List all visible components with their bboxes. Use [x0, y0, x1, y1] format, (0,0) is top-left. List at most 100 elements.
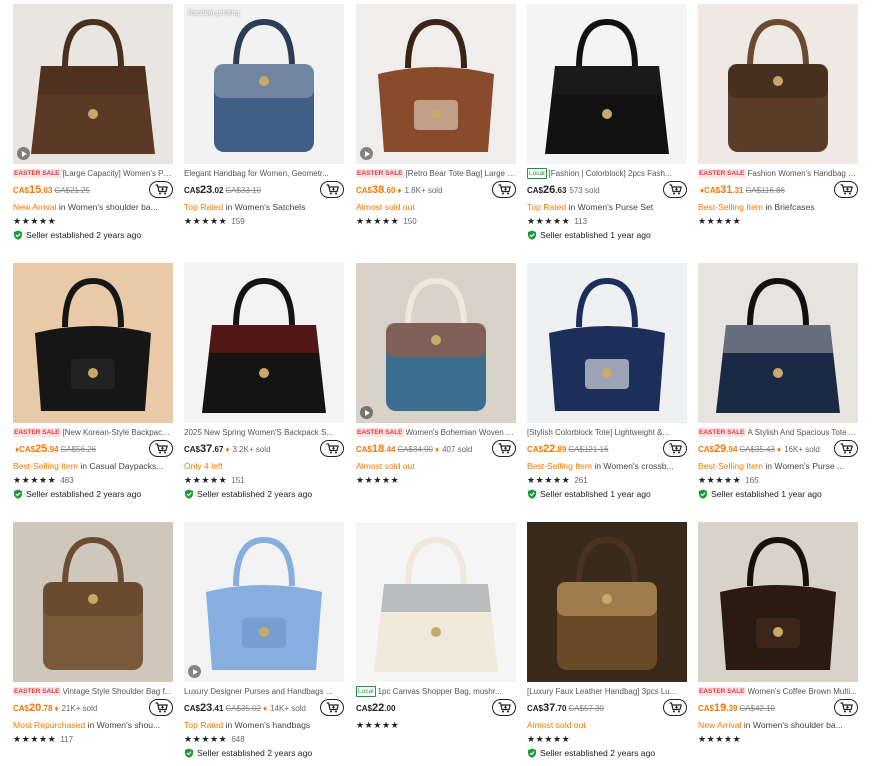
product-card[interactable]: EASTER SALE [Retro Bear Tote Bag] Large C…	[356, 4, 516, 254]
product-title-text[interactable]: Women's Bohemian Woven S...	[406, 427, 516, 438]
product-card[interactable]: Local [Fashion | Colorblock] 2pcs Fash...…	[527, 4, 687, 254]
product-card[interactable]: 2025 New Spring Women'S Backpack S... CA$…	[184, 263, 344, 513]
product-title-text[interactable]: [Stylish Colorblock Tote] Lightweight &.…	[527, 427, 669, 438]
product-title-text[interactable]: [Luxury Faux Leather Handbag] 3pcs Lu...	[527, 686, 676, 697]
play-video-icon[interactable]	[188, 665, 201, 678]
product-card[interactable]: [Stylish Colorblock Tote] Lightweight &.…	[527, 263, 687, 513]
product-title-text[interactable]: Luxury Designer Purses and Handbags ...	[184, 686, 333, 697]
product-highlight[interactable]: Best-Selling Item in Women's crossb...	[527, 460, 687, 472]
product-title-text[interactable]: Elegant Handbag for Women, Geometr...	[184, 168, 329, 179]
category-link[interactable]: in Women's shoulder ba...	[56, 202, 158, 212]
product-title-text[interactable]: [Retro Bear Tote Bag] Large C...	[406, 168, 516, 179]
product-highlight[interactable]: Almost sold out	[527, 719, 687, 731]
product-title[interactable]: EASTER SALE A Stylish And Spacious Tote .…	[698, 427, 858, 438]
product-highlight[interactable]: Top Rated in Women's Purse Set	[527, 201, 687, 213]
category-link[interactable]: in Women's crossb...	[592, 461, 673, 471]
product-image[interactable]	[527, 4, 687, 164]
add-to-cart-button[interactable]	[149, 699, 173, 716]
category-link[interactable]: in Casual Daypacks...	[78, 461, 163, 471]
product-title[interactable]: [Stylish Colorblock Tote] Lightweight &.…	[527, 427, 687, 438]
product-highlight[interactable]: Almost sold out	[356, 460, 516, 472]
category-link[interactable]: in Women's Purse ...	[763, 461, 844, 471]
product-image[interactable]: Random printing	[184, 4, 344, 164]
product-title[interactable]: [Luxury Faux Leather Handbag] 3pcs Lu...	[527, 686, 687, 697]
play-video-icon[interactable]	[360, 147, 373, 160]
product-highlight[interactable]: New Arrival in Women's shoulder ba...	[13, 201, 173, 213]
product-highlight[interactable]: Only 4 left	[184, 460, 344, 472]
product-image[interactable]	[13, 263, 173, 423]
product-highlight[interactable]: Best-Selling Item in Casual Daypacks...	[13, 460, 173, 472]
product-highlight[interactable]: Top Rated in Women's Satchels	[184, 201, 344, 213]
add-to-cart-button[interactable]	[492, 181, 516, 198]
product-title[interactable]: EASTER SALE [Retro Bear Tote Bag] Large C…	[356, 168, 516, 179]
product-highlight[interactable]: Most Repurchased in Women's shou...	[13, 719, 173, 731]
product-image[interactable]	[13, 4, 173, 164]
product-title[interactable]: EASTER SALE Fashion Women's Handbag S...	[698, 168, 858, 179]
add-to-cart-button[interactable]	[663, 440, 687, 457]
add-to-cart-button[interactable]	[149, 440, 173, 457]
category-link[interactable]: in Women's Purse Set	[566, 202, 654, 212]
product-title-text[interactable]: Vintage Style Shoulder Bag f...	[63, 686, 172, 697]
product-title[interactable]: EASTER SALE [Large Capacity] Women's PU..…	[13, 168, 173, 179]
play-video-icon[interactable]	[360, 406, 373, 419]
product-title[interactable]: 2025 New Spring Women'S Backpack S...	[184, 427, 344, 438]
product-title-text[interactable]: [Fashion | Colorblock] 2pcs Fash...	[549, 168, 672, 179]
add-to-cart-button[interactable]	[492, 699, 516, 716]
product-card[interactable]: EASTER SALE Women's Coffee Brown Multi...…	[698, 522, 858, 766]
product-highlight[interactable]: Best-Selling Item in Women's Purse ...	[698, 460, 858, 472]
product-title-text[interactable]: Women's Coffee Brown Multi...	[748, 686, 857, 697]
product-title-text[interactable]: A Stylish And Spacious Tote ...	[748, 427, 856, 438]
product-card[interactable]: Local 1pc Canvas Shopper Bag, mushr... CA$…	[356, 522, 516, 766]
product-title[interactable]: Local [Fashion | Colorblock] 2pcs Fash...	[527, 168, 687, 179]
product-title[interactable]: EASTER SALE Women's Bohemian Woven S...	[356, 427, 516, 438]
add-to-cart-button[interactable]	[492, 440, 516, 457]
add-to-cart-button[interactable]	[320, 440, 344, 457]
product-image[interactable]	[527, 263, 687, 423]
product-image[interactable]	[698, 263, 858, 423]
product-title-text[interactable]: 2025 New Spring Women'S Backpack S...	[184, 427, 333, 438]
add-to-cart-button[interactable]	[663, 181, 687, 198]
product-title[interactable]: Local 1pc Canvas Shopper Bag, mushr...	[356, 686, 516, 697]
product-card[interactable]: EASTER SALE Women's Bohemian Woven S... CA…	[356, 263, 516, 513]
add-to-cart-button[interactable]	[834, 699, 858, 716]
product-card[interactable]: [Luxury Faux Leather Handbag] 3pcs Lu...…	[527, 522, 687, 766]
product-card[interactable]: EASTER SALE [New Korean-Style Backpack]..…	[13, 263, 173, 513]
product-image[interactable]	[356, 263, 516, 423]
product-image[interactable]	[184, 263, 344, 423]
add-to-cart-button[interactable]	[320, 181, 344, 198]
product-card[interactable]: EASTER SALE Vintage Style Shoulder Bag f.…	[13, 522, 173, 766]
category-link[interactable]: in Women's shoulder ba...	[741, 720, 843, 730]
category-link[interactable]: in Women's Satchels	[223, 202, 306, 212]
product-image[interactable]	[698, 522, 858, 682]
category-link[interactable]: in Women's shou...	[85, 720, 161, 730]
product-title-text[interactable]: Fashion Women's Handbag S...	[748, 168, 858, 179]
product-highlight[interactable]: Almost sold out	[356, 201, 516, 213]
product-title[interactable]: EASTER SALE Vintage Style Shoulder Bag f.…	[13, 686, 173, 697]
product-card[interactable]: EASTER SALE Fashion Women's Handbag S... ♦…	[698, 4, 858, 254]
add-to-cart-button[interactable]	[834, 181, 858, 198]
product-title-text[interactable]: 1pc Canvas Shopper Bag, mushr...	[378, 686, 502, 697]
product-image[interactable]	[698, 4, 858, 164]
add-to-cart-button[interactable]	[320, 699, 344, 716]
product-card[interactable]: Random printing Elegant Handbag for Women…	[184, 4, 344, 254]
product-card[interactable]: EASTER SALE [Large Capacity] Women's PU..…	[13, 4, 173, 254]
add-to-cart-button[interactable]	[663, 699, 687, 716]
product-card[interactable]: EASTER SALE A Stylish And Spacious Tote .…	[698, 263, 858, 513]
category-link[interactable]: in Briefcases	[763, 202, 814, 212]
category-link[interactable]: in Women's handbags	[223, 720, 311, 730]
product-image[interactable]	[184, 522, 344, 682]
product-title[interactable]: EASTER SALE Women's Coffee Brown Multi...	[698, 686, 858, 697]
product-highlight[interactable]: New Arrival in Women's shoulder ba...	[698, 719, 858, 731]
add-to-cart-button[interactable]	[149, 181, 173, 198]
product-title[interactable]: Luxury Designer Purses and Handbags ...	[184, 686, 344, 697]
product-image[interactable]	[527, 522, 687, 682]
product-highlight[interactable]: Top Rated in Women's handbags	[184, 719, 344, 731]
product-image[interactable]	[13, 522, 173, 682]
product-title-text[interactable]: [Large Capacity] Women's PU...	[63, 168, 173, 179]
play-video-icon[interactable]	[17, 147, 30, 160]
product-image[interactable]	[356, 4, 516, 164]
product-highlight[interactable]: Best-Selling Item in Briefcases	[698, 201, 858, 213]
product-card[interactable]: Luxury Designer Purses and Handbags ... C…	[184, 522, 344, 766]
product-title[interactable]: EASTER SALE [New Korean-Style Backpack]..…	[13, 427, 173, 438]
product-image[interactable]	[356, 522, 516, 682]
